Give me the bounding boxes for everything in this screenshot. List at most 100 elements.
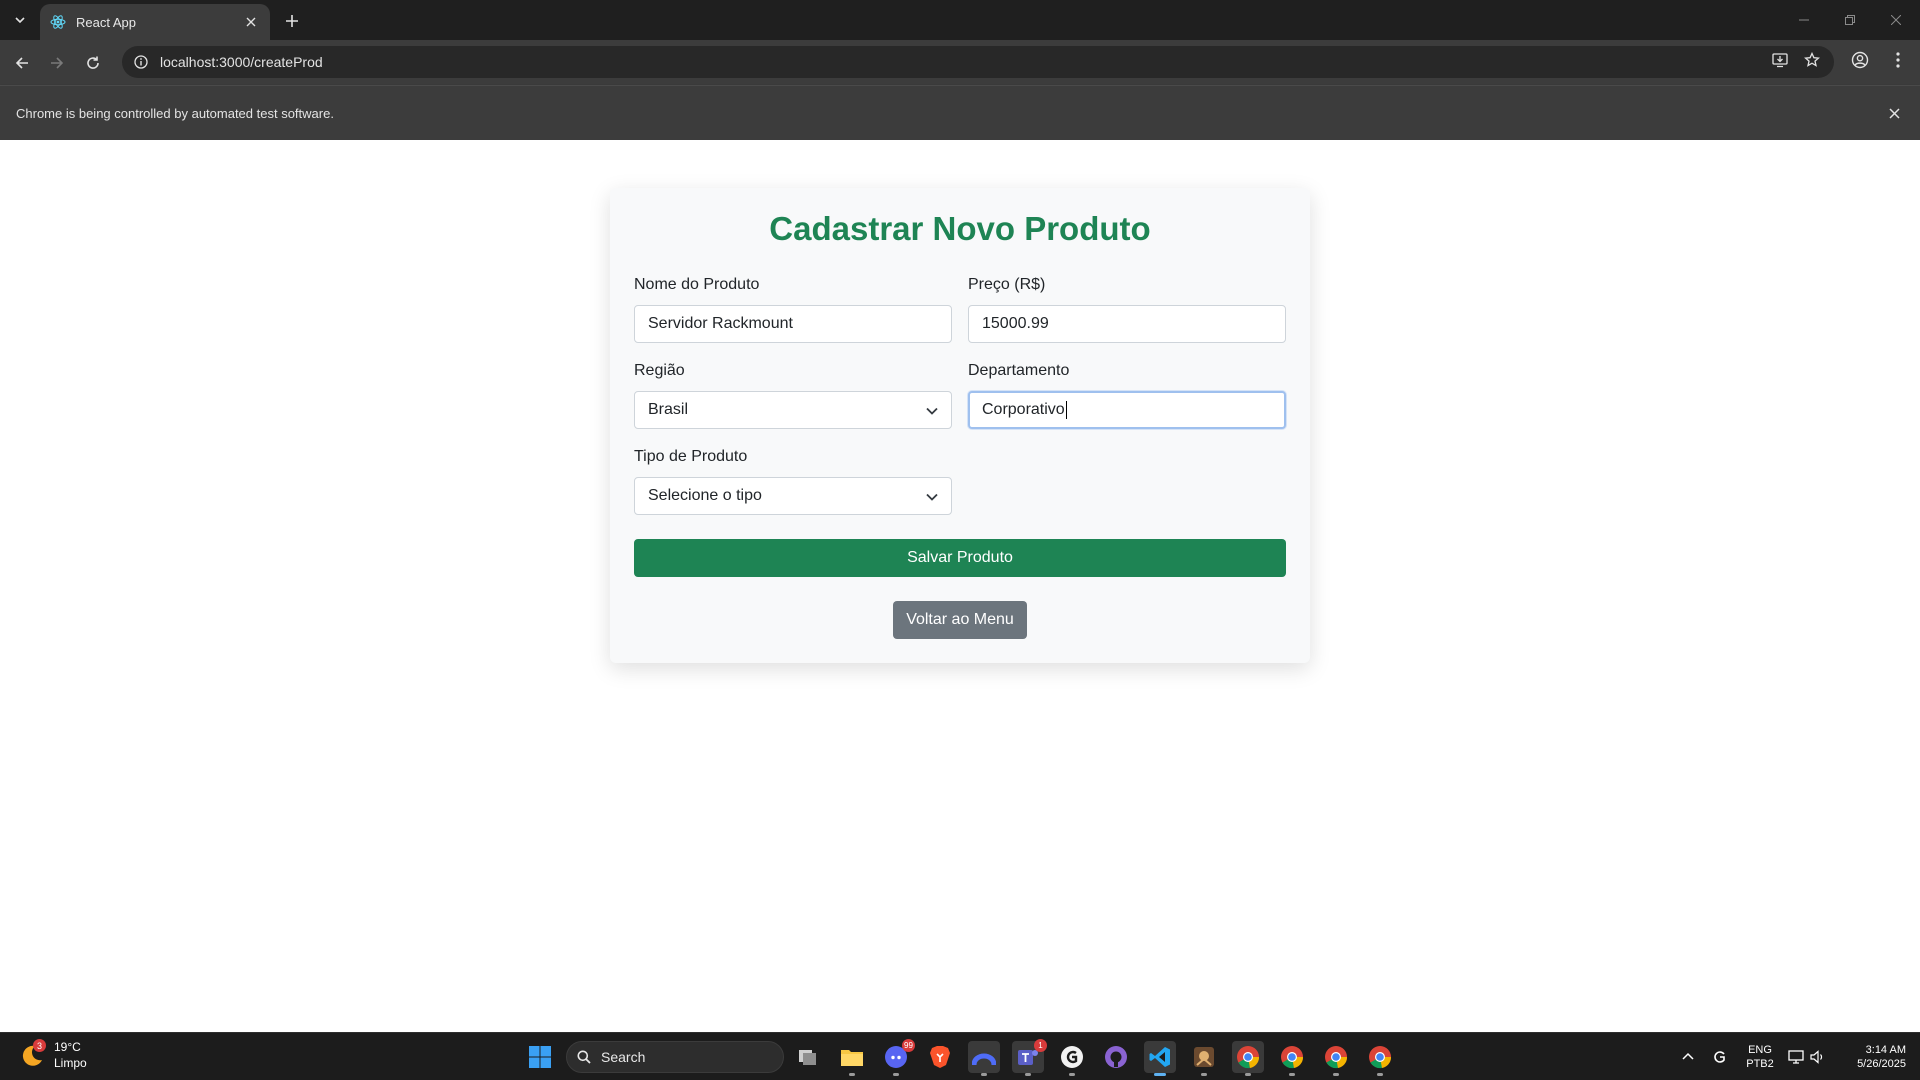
text-caret — [1065, 401, 1067, 419]
tipo-value: Selecione o tipo — [648, 487, 762, 504]
chevron-up-icon — [1682, 1052, 1694, 1060]
windows-taskbar: 3 19°C Limpo Search 99 1 ENG PTB2 3:14 A… — [0, 1032, 1920, 1080]
vscode-icon — [1149, 1047, 1170, 1067]
tipo-select[interactable]: Selecione o tipo — [634, 477, 952, 515]
search-icon — [577, 1050, 591, 1064]
close-icon — [1888, 107, 1900, 119]
chrome-button-3[interactable] — [1320, 1041, 1352, 1076]
url-text[interactable]: localhost:3000/createProd — [160, 54, 1834, 70]
chrome-button-1[interactable] — [1232, 1041, 1264, 1076]
weather-temperature: 19°C — [54, 1040, 81, 1054]
browser-tab[interactable]: React App — [40, 4, 270, 40]
preco-label: Preço (R$) — [968, 276, 1046, 293]
chrome-button-4[interactable] — [1364, 1041, 1396, 1076]
chrome-icon — [1237, 1046, 1260, 1069]
install-icon — [1772, 53, 1788, 68]
restore-button[interactable] — [1830, 8, 1870, 32]
departamento-input[interactable]: Corporativo — [968, 391, 1286, 429]
tab-search-button[interactable] — [6, 8, 34, 32]
chrome-button-2[interactable] — [1276, 1041, 1308, 1076]
nome-label: Nome do Produto — [634, 276, 760, 293]
start-button[interactable] — [524, 1041, 556, 1073]
g-app-icon — [1061, 1046, 1083, 1068]
automation-infobar: Chrome is being controlled by automated … — [0, 85, 1920, 140]
tab-close-button[interactable] — [242, 13, 260, 31]
profile-button[interactable] — [1846, 46, 1874, 74]
network-button[interactable] — [1786, 1047, 1806, 1067]
forward-button[interactable] — [44, 50, 70, 76]
close-window-button[interactable] — [1876, 8, 1916, 32]
taskbar-search[interactable]: Search — [566, 1041, 784, 1073]
tipo-label: Tipo de Produto — [634, 448, 748, 465]
preco-value: 15000.99 — [982, 315, 1049, 332]
github-desktop-button[interactable] — [1100, 1041, 1132, 1073]
menu-button[interactable] — [1884, 46, 1912, 74]
chrome-icon — [1369, 1046, 1392, 1069]
react-icon — [50, 15, 66, 29]
departamento-value: Corporativo — [982, 401, 1065, 418]
file-explorer-button[interactable] — [836, 1041, 868, 1076]
nome-input[interactable]: Servidor Rackmount — [634, 305, 952, 343]
weather-widget[interactable]: 3 19°C Limpo — [16, 1039, 87, 1071]
page-title: Cadastrar Novo Produto — [769, 210, 1151, 247]
browser-tab-strip: React App — [0, 0, 1920, 40]
regiao-select[interactable]: Brasil — [634, 391, 952, 429]
language-indicator[interactable]: ENG PTB2 — [1745, 1043, 1775, 1071]
arc-icon — [972, 1053, 996, 1066]
site-info-icon[interactable] — [132, 53, 150, 71]
search-label: Search — [601, 1049, 646, 1065]
teams-badge: 1 — [1034, 1039, 1047, 1052]
product-form-card: Cadastrar Novo Produto Nome do Produto S… — [610, 188, 1310, 663]
chevron-down-icon — [926, 407, 938, 415]
address-bar[interactable]: localhost:3000/createProd — [122, 46, 1834, 78]
page-content: Cadastrar Novo Produto Nome do Produto S… — [0, 140, 1920, 1032]
minimize-button[interactable] — [1784, 8, 1824, 32]
bookmark-button[interactable] — [1798, 46, 1826, 74]
arc-app-button[interactable] — [968, 1041, 1000, 1076]
task-view-button[interactable] — [792, 1041, 824, 1073]
tray-overflow-button[interactable] — [1678, 1047, 1698, 1067]
folder-icon — [841, 1050, 863, 1066]
task-view-icon — [799, 1050, 816, 1065]
infobar-message: Chrome is being controlled by automated … — [16, 106, 334, 121]
windows-logo-icon — [529, 1046, 551, 1068]
language-primary: ENG — [1748, 1044, 1772, 1056]
weather-badge: 3 — [33, 1039, 46, 1052]
language-secondary: PTB2 — [1746, 1058, 1774, 1070]
chevron-down-icon — [15, 17, 25, 24]
github-icon — [1105, 1046, 1127, 1068]
minimize-icon — [1799, 19, 1809, 21]
save-product-button[interactable]: Salvar Produto — [634, 539, 1286, 577]
game-app-button[interactable] — [1188, 1041, 1220, 1076]
preco-input[interactable]: 15000.99 — [968, 305, 1286, 343]
brave-icon — [930, 1046, 950, 1068]
reload-button[interactable] — [80, 50, 106, 76]
teams-button[interactable]: 1 — [1012, 1039, 1047, 1076]
plus-icon — [286, 15, 298, 27]
discord-badge: 99 — [902, 1039, 915, 1052]
install-app-button[interactable] — [1766, 46, 1794, 74]
back-to-menu-button[interactable]: Voltar ao Menu — [893, 601, 1027, 639]
tray-g-app[interactable] — [1710, 1047, 1730, 1067]
back-button[interactable] — [9, 50, 35, 76]
regiao-label: Região — [634, 362, 685, 379]
new-tab-button[interactable] — [280, 9, 304, 33]
volume-icon — [1810, 1050, 1823, 1064]
g-app-icon — [1714, 1051, 1725, 1063]
vscode-button[interactable] — [1144, 1041, 1176, 1076]
arrow-left-icon — [15, 57, 28, 69]
clock-date: 5/26/2025 — [1857, 1058, 1906, 1070]
game-icon — [1194, 1047, 1214, 1067]
chrome-icon — [1325, 1046, 1348, 1069]
star-icon — [1804, 52, 1820, 67]
infobar-close-button[interactable] — [1884, 103, 1904, 123]
volume-button[interactable] — [1808, 1047, 1828, 1067]
app-g-button[interactable] — [1056, 1041, 1088, 1076]
brave-button[interactable] — [924, 1041, 956, 1073]
close-icon — [1891, 15, 1901, 25]
close-icon — [246, 17, 256, 27]
network-icon — [1788, 1050, 1804, 1064]
system-clock[interactable]: 3:14 AM 5/26/2025 — [1836, 1043, 1906, 1071]
arrow-right-icon — [51, 57, 64, 69]
discord-button[interactable]: 99 — [880, 1039, 915, 1076]
